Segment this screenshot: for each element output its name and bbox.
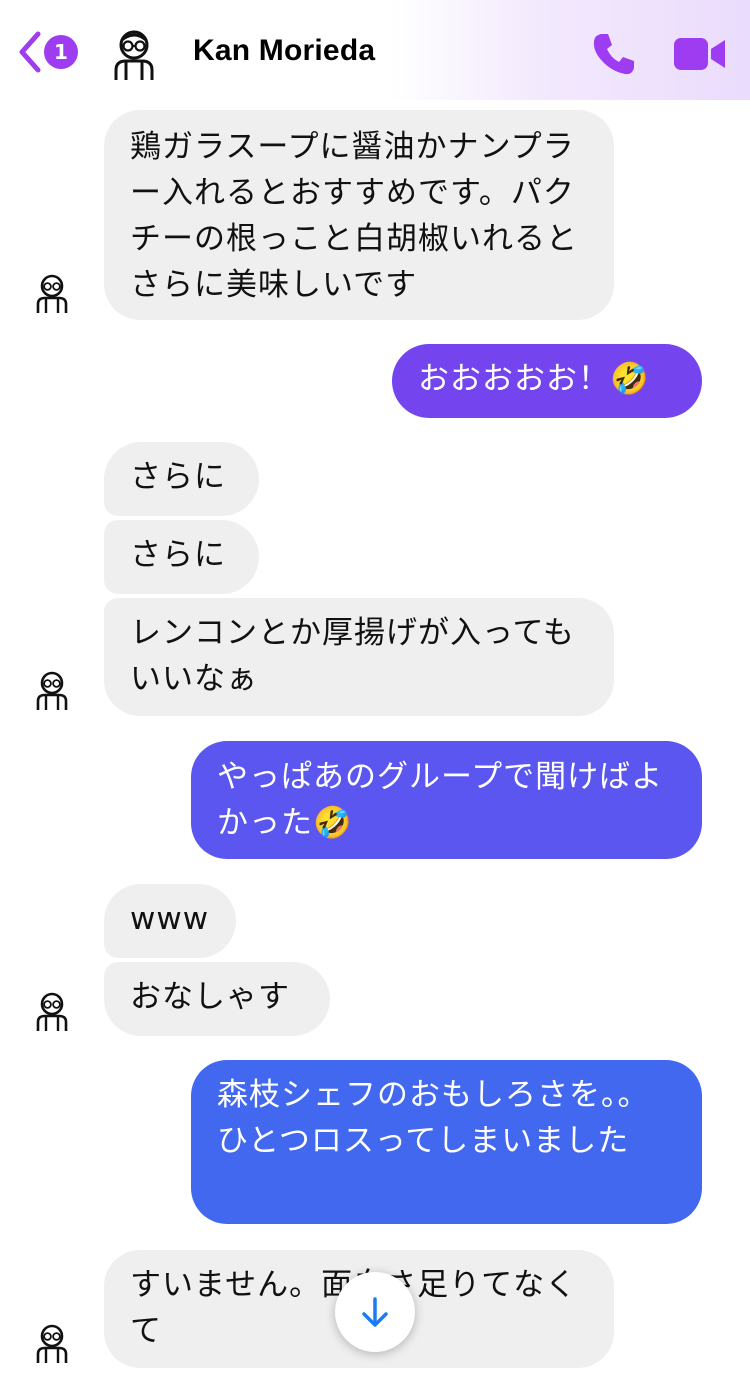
- contact-name[interactable]: Kan Morieda: [193, 34, 375, 68]
- incoming-message[interactable]: www: [104, 884, 236, 958]
- outgoing-message[interactable]: 森枝シェフのおもしろさを。。ひとつロスってしまいました: [191, 1060, 702, 1224]
- scroll-to-bottom-button[interactable]: [335, 1272, 415, 1352]
- incoming-message[interactable]: レンコンとか厚揚げが入ってもいいなぁ: [104, 598, 614, 716]
- incoming-message[interactable]: さらに: [104, 442, 259, 516]
- outgoing-message[interactable]: やっぱあのグループで聞けばよかった🤣: [191, 741, 702, 859]
- arrow-down-icon: [362, 1297, 388, 1327]
- sender-avatar: [36, 992, 68, 1031]
- incoming-message[interactable]: おなしゃす: [104, 962, 330, 1036]
- sender-avatar: [36, 1324, 68, 1363]
- contact-avatar[interactable]: [106, 28, 162, 84]
- chat-header: 1 Kan Morieda: [0, 0, 750, 100]
- sender-avatar: [36, 274, 68, 313]
- video-camera-icon[interactable]: [672, 34, 728, 74]
- unread-badge: 1: [44, 35, 78, 69]
- chevron-left-icon: [19, 31, 41, 73]
- back-button[interactable]: 1: [14, 30, 80, 76]
- outgoing-message[interactable]: おおおおお！🤣: [392, 344, 702, 418]
- sender-avatar: [36, 671, 68, 710]
- incoming-message[interactable]: 鶏ガラスープに醤油かナンプラー入れるとおすすめです。パクチーの根っこと白胡椒いれ…: [104, 110, 614, 320]
- incoming-message[interactable]: さらに: [104, 520, 259, 594]
- phone-icon[interactable]: [588, 28, 640, 80]
